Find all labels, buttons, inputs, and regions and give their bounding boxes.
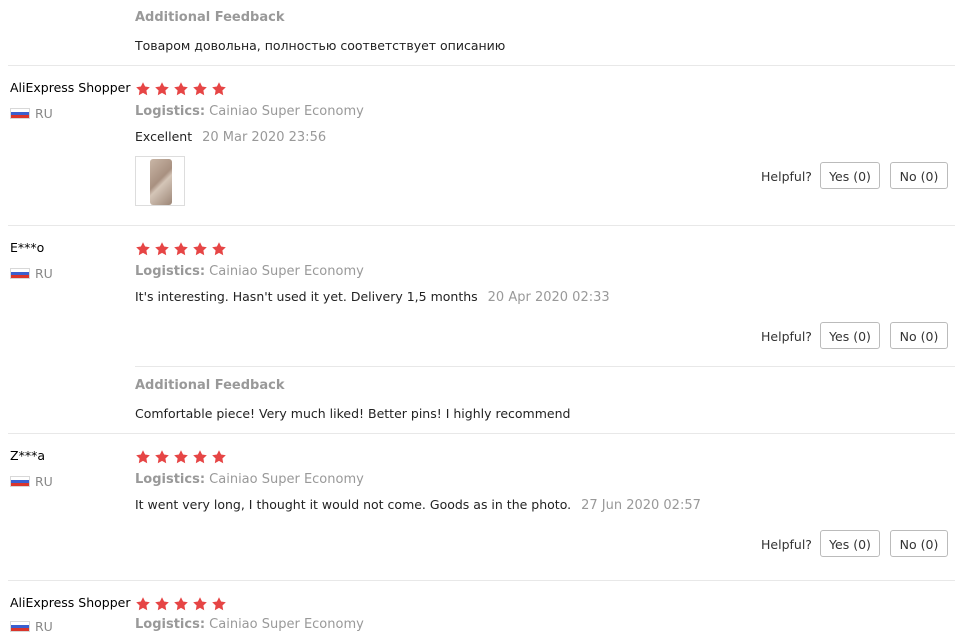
star-icon (211, 241, 227, 257)
review-date: 27 Jun 2020 02:57 (581, 498, 701, 513)
logistics-value: Cainiao Super Economy (209, 264, 364, 279)
review-divider (8, 225, 955, 226)
helpful-yes-button[interactable]: Yes (0) (820, 322, 880, 349)
star-icon (192, 596, 208, 612)
russia-flag-icon (10, 621, 30, 632)
reviewer-name: AliExpress Shopper (10, 80, 131, 95)
russia-flag-icon (10, 476, 30, 487)
star-icon (135, 81, 151, 97)
star-icon (192, 241, 208, 257)
review-date: 20 Apr 2020 02:33 (487, 290, 610, 305)
reviewer-country: RU (35, 266, 53, 281)
additional-feedback-label: Additional Feedback (135, 10, 285, 25)
star-icon (135, 596, 151, 612)
helpful-label: Helpful? (761, 329, 812, 344)
logistics-value: Cainiao Super Economy (209, 472, 364, 487)
star-icon (211, 449, 227, 465)
reviewer-name: E***o (10, 240, 45, 255)
star-icon (173, 81, 189, 97)
reviewer-country: RU (35, 474, 53, 489)
russia-flag-icon (10, 268, 30, 279)
star-icon (154, 596, 170, 612)
review-text-line: Excellent 20 Mar 2020 23:56 (135, 129, 326, 145)
review-text: It went very long, I thought it would no… (135, 497, 572, 512)
review-divider (8, 433, 955, 434)
review-text-line: It's interesting. Hasn't used it yet. De… (135, 289, 610, 305)
helpful-yes-button[interactable]: Yes (0) (820, 530, 880, 557)
additional-feedback-text: Comfortable piece! Very much liked! Bett… (135, 406, 571, 421)
star-rating (135, 81, 230, 97)
reviewer-name: Z***a (10, 448, 45, 463)
star-icon (154, 449, 170, 465)
helpful-yes-button[interactable]: Yes (0) (820, 162, 880, 189)
additional-feedback-text: Товаром довольна, полностью соответствуе… (135, 38, 506, 53)
helpful-label: Helpful? (761, 169, 812, 184)
reviewer-name: AliExpress Shopper (10, 595, 131, 610)
logistics-label: Logistics: (135, 104, 206, 119)
logistics-info: Logistics: Cainiao Super Economy (135, 104, 364, 119)
logistics-info: Logistics: Cainiao Super Economy (135, 472, 364, 487)
star-rating (135, 241, 230, 257)
reviewer-country: RU (35, 619, 53, 634)
russia-flag-icon (10, 108, 30, 119)
review-date: 20 Mar 2020 23:56 (202, 130, 327, 145)
logistics-value: Cainiao Super Economy (209, 104, 364, 119)
star-icon (211, 81, 227, 97)
star-icon (211, 596, 227, 612)
star-icon (135, 449, 151, 465)
logistics-info: Logistics: Cainiao Super Economy (135, 264, 364, 279)
helpful-label: Helpful? (761, 537, 812, 552)
logistics-label: Logistics: (135, 472, 206, 487)
additional-feedback-label: Additional Feedback (135, 378, 285, 393)
review-photo-image (150, 159, 172, 205)
star-icon (154, 241, 170, 257)
review-divider (8, 65, 955, 66)
star-rating (135, 449, 230, 465)
helpful-no-button[interactable]: No (0) (890, 322, 948, 349)
logistics-label: Logistics: (135, 264, 206, 279)
review-text: It's interesting. Hasn't used it yet. De… (135, 289, 478, 304)
additional-feedback-divider (135, 366, 955, 367)
helpful-no-button[interactable]: No (0) (890, 162, 948, 189)
reviewer-country: RU (35, 106, 53, 121)
review-photo-thumbnail[interactable] (135, 156, 185, 206)
star-icon (173, 449, 189, 465)
star-icon (173, 596, 189, 612)
star-rating (135, 596, 230, 612)
star-icon (135, 241, 151, 257)
helpful-no-button[interactable]: No (0) (890, 530, 948, 557)
star-icon (192, 81, 208, 97)
review-text-line: It went very long, I thought it would no… (135, 497, 701, 513)
review-text: Excellent (135, 129, 193, 144)
star-icon (173, 241, 189, 257)
star-icon (192, 449, 208, 465)
star-icon (154, 81, 170, 97)
review-divider (8, 580, 955, 581)
